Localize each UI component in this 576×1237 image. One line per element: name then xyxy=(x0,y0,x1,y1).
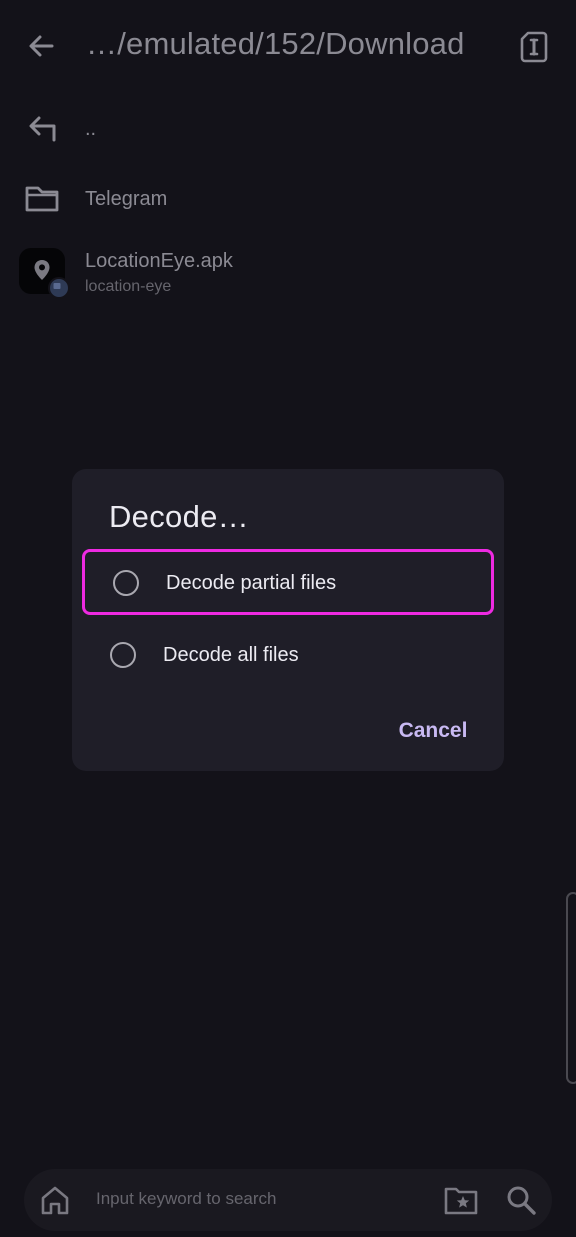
favorite-folder-button[interactable] xyxy=(442,1183,480,1217)
search-bar: Input keyword to search xyxy=(24,1169,552,1231)
back-button[interactable] xyxy=(22,26,62,66)
file-name: .. xyxy=(85,118,97,140)
parent-folder-icon xyxy=(20,104,64,148)
path-title: …/emulated/152/Download xyxy=(86,26,465,61)
storage-select-button[interactable] xyxy=(514,26,554,66)
option-decode-all[interactable]: Decode all files xyxy=(82,624,494,690)
option-label: Decode partial files xyxy=(166,572,337,594)
decode-dialog: Decode… Decode partial files Decode all … xyxy=(72,469,504,771)
search-input[interactable]: Input keyword to search xyxy=(96,1189,276,1209)
search-button[interactable] xyxy=(503,1182,539,1218)
file-name: LocationEye.apk xyxy=(85,250,233,272)
apk-badge-icon xyxy=(48,277,70,299)
home-button[interactable] xyxy=(38,1183,72,1217)
folder-icon xyxy=(20,176,64,220)
file-row-parent[interactable]: .. xyxy=(0,100,576,152)
file-row-telegram[interactable]: Telegram xyxy=(0,172,576,224)
cancel-button[interactable]: Cancel xyxy=(388,713,478,749)
dialog-title: Decode… xyxy=(109,499,249,534)
screen: …/emulated/152/Download .. Telegram Loca… xyxy=(0,0,576,1237)
file-subtitle: location-eye xyxy=(85,278,172,295)
folder-star-icon xyxy=(444,1187,478,1215)
option-decode-partial[interactable]: Decode partial files xyxy=(82,549,494,615)
sd-card-icon xyxy=(520,31,548,63)
fast-scroll-handle[interactable] xyxy=(566,892,576,1084)
top-app-bar: …/emulated/152/Download xyxy=(0,0,576,95)
home-icon xyxy=(41,1186,69,1215)
file-row-apk[interactable]: LocationEye.apk location-eye xyxy=(0,236,576,304)
file-name: Telegram xyxy=(85,188,168,210)
option-label: Decode all files xyxy=(163,644,299,666)
radio-button[interactable] xyxy=(110,642,136,668)
radio-button[interactable] xyxy=(113,570,139,596)
arrow-back-icon xyxy=(29,35,54,57)
search-icon xyxy=(507,1186,536,1215)
